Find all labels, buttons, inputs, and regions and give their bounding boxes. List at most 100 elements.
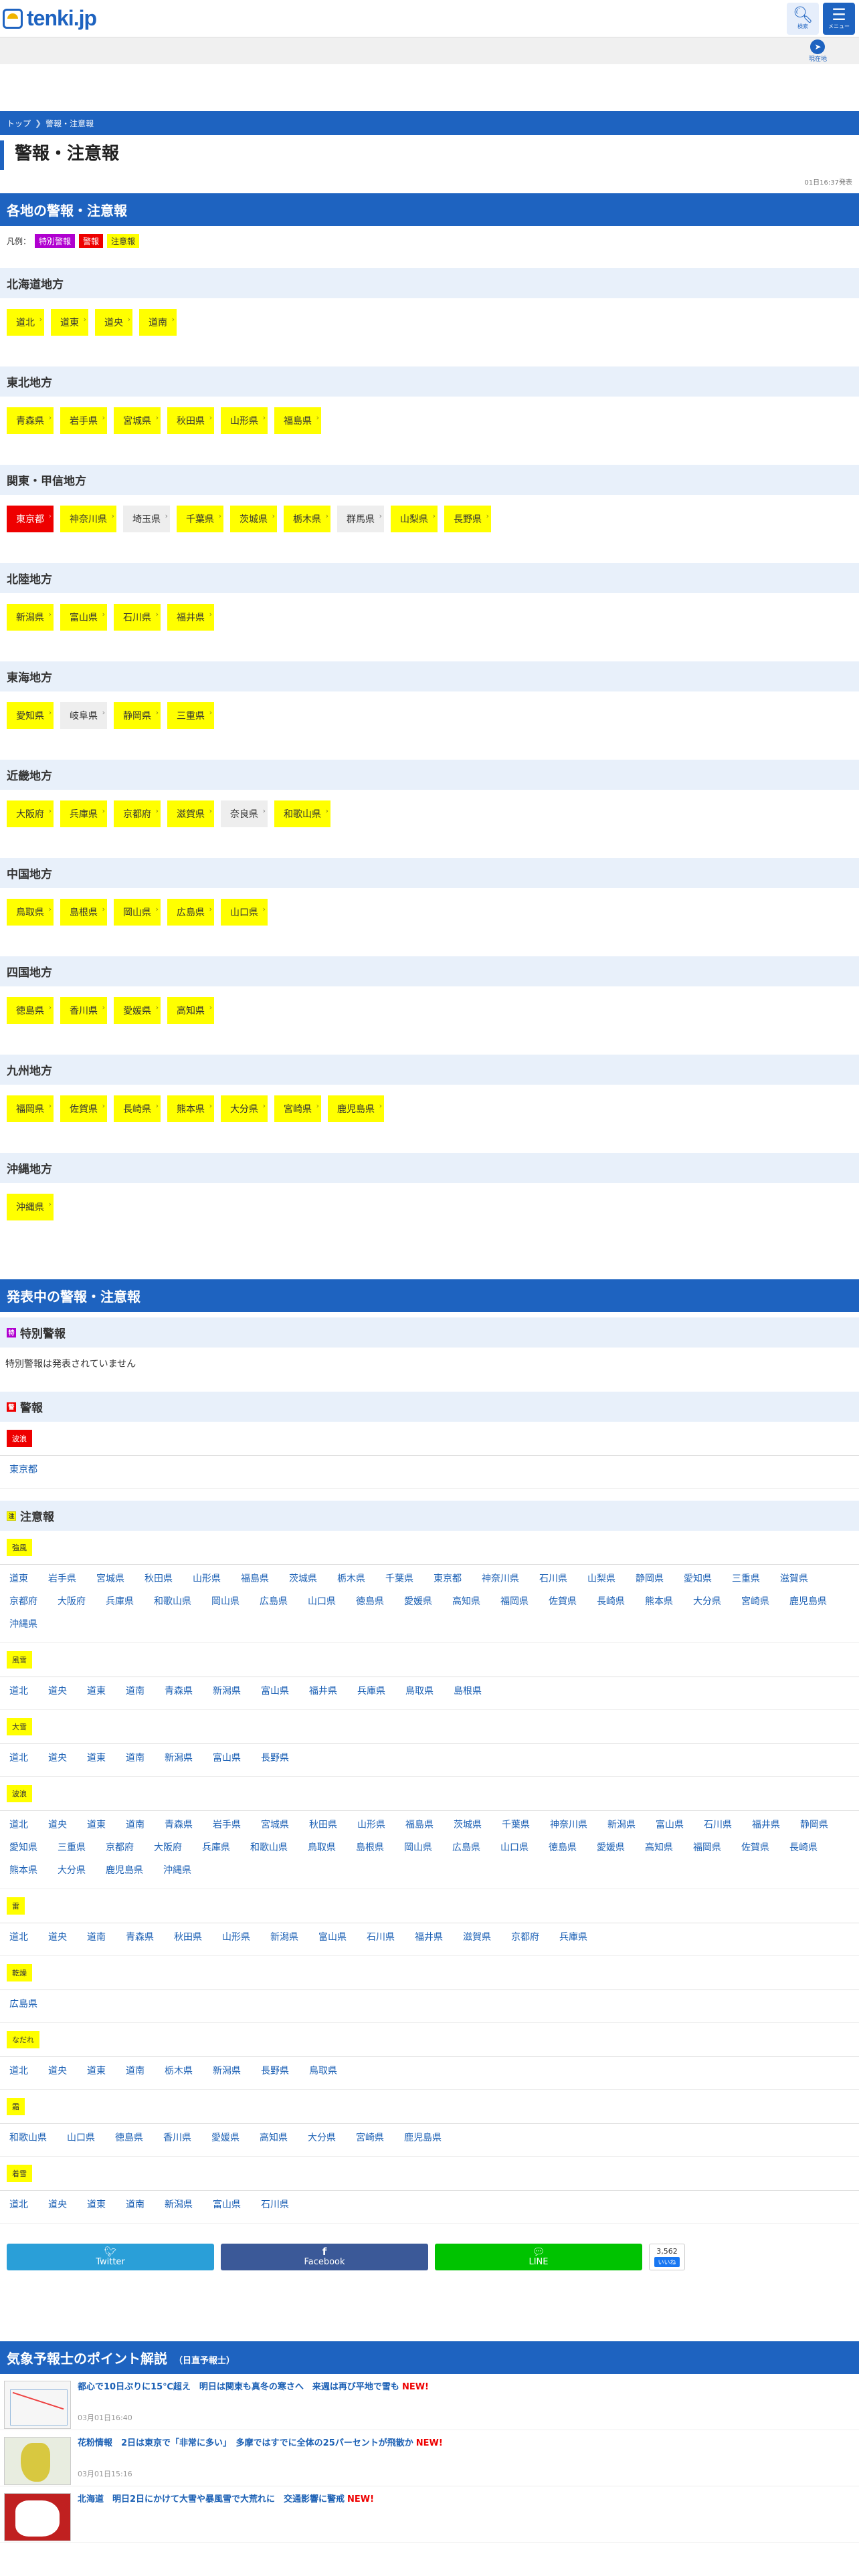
- affected-area-link[interactable]: 道央: [48, 1818, 67, 1831]
- affected-area-link[interactable]: 長野県: [261, 2064, 289, 2077]
- affected-area-link[interactable]: 広島県: [452, 1840, 480, 1854]
- affected-area-link[interactable]: 道東: [87, 2064, 106, 2077]
- affected-area-link[interactable]: 岡山県: [404, 1840, 432, 1854]
- prefecture-chip[interactable]: 香川県: [60, 997, 107, 1024]
- affected-area-link[interactable]: 長崎県: [597, 1594, 625, 1608]
- affected-area-link[interactable]: 鹿児島県: [106, 1863, 143, 1876]
- affected-area-link[interactable]: 宮城県: [96, 1572, 124, 1585]
- affected-area-link[interactable]: 和歌山県: [250, 1840, 288, 1854]
- affected-area-link[interactable]: 和歌山県: [9, 2131, 47, 2144]
- affected-area-link[interactable]: 道南: [126, 1684, 145, 1697]
- affected-area-link[interactable]: 道北: [9, 2064, 28, 2077]
- affected-area-link[interactable]: 長野県: [261, 1751, 289, 1764]
- affected-area-link[interactable]: 石川県: [261, 2197, 289, 2211]
- prefecture-chip[interactable]: 鹿児島県: [328, 1095, 384, 1122]
- affected-area-link[interactable]: 富山県: [261, 1684, 289, 1697]
- prefecture-chip[interactable]: 大阪府: [7, 800, 54, 827]
- affected-area-link[interactable]: 大分県: [58, 1863, 86, 1876]
- affected-area-link[interactable]: 道北: [9, 1684, 28, 1697]
- affected-area-link[interactable]: 道央: [48, 1751, 67, 1764]
- affected-area-link[interactable]: 富山県: [656, 1818, 684, 1831]
- affected-area-link[interactable]: 道央: [48, 2197, 67, 2211]
- twitter-share-button[interactable]: 🐦︎ Twitter: [7, 2244, 214, 2270]
- affected-area-link[interactable]: 東京都: [9, 1463, 37, 1476]
- affected-area-link[interactable]: 道南: [126, 1751, 145, 1764]
- affected-area-link[interactable]: 兵庫県: [202, 1840, 230, 1854]
- prefecture-chip[interactable]: 奈良県: [221, 800, 268, 827]
- affected-area-link[interactable]: 山形県: [222, 1930, 250, 1943]
- affected-area-link[interactable]: 沖縄県: [163, 1863, 191, 1876]
- affected-area-link[interactable]: 広島県: [9, 1997, 37, 2010]
- affected-area-link[interactable]: 大分県: [308, 2131, 336, 2144]
- affected-area-link[interactable]: 静岡県: [636, 1572, 664, 1585]
- prefecture-chip[interactable]: 石川県: [114, 604, 161, 631]
- prefecture-chip[interactable]: 和歌山県: [274, 800, 330, 827]
- prefecture-chip[interactable]: 岡山県: [114, 899, 161, 926]
- affected-area-link[interactable]: 道東: [87, 1684, 106, 1697]
- prefecture-chip[interactable]: 愛知県: [7, 702, 54, 729]
- news-title[interactable]: 北海道 明日2日にかけて大雪や暴風雪で大荒れに 交通影響に警戒: [78, 2494, 345, 2504]
- affected-area-link[interactable]: 道東: [87, 1818, 106, 1831]
- affected-area-link[interactable]: 愛知県: [9, 1840, 37, 1854]
- affected-area-link[interactable]: 山形県: [357, 1818, 385, 1831]
- affected-area-link[interactable]: 道央: [48, 1930, 67, 1943]
- affected-area-link[interactable]: 徳島県: [115, 2131, 143, 2144]
- prefecture-chip[interactable]: 道央: [95, 309, 132, 336]
- affected-area-link[interactable]: 石川県: [367, 1930, 395, 1943]
- affected-area-link[interactable]: 道南: [87, 1930, 106, 1943]
- affected-area-link[interactable]: 大分県: [693, 1594, 721, 1608]
- prefecture-chip[interactable]: 福岡県: [7, 1095, 54, 1122]
- affected-area-link[interactable]: 富山県: [318, 1930, 347, 1943]
- prefecture-chip[interactable]: 青森県: [7, 407, 54, 434]
- prefecture-chip[interactable]: 東京都: [7, 506, 54, 532]
- affected-area-link[interactable]: 京都府: [9, 1594, 37, 1608]
- prefecture-chip[interactable]: 茨城県: [230, 506, 277, 532]
- affected-area-link[interactable]: 香川県: [163, 2131, 191, 2144]
- affected-area-link[interactable]: 福井県: [752, 1818, 780, 1831]
- prefecture-chip[interactable]: 鳥取県: [7, 899, 54, 926]
- affected-area-link[interactable]: 滋賀県: [463, 1930, 491, 1943]
- prefecture-chip[interactable]: 長崎県: [114, 1095, 161, 1122]
- affected-area-link[interactable]: 徳島県: [549, 1840, 577, 1854]
- affected-area-link[interactable]: 島根県: [356, 1840, 384, 1854]
- affected-area-link[interactable]: 鳥取県: [405, 1684, 434, 1697]
- affected-area-link[interactable]: 道北: [9, 1818, 28, 1831]
- affected-area-link[interactable]: 栃木県: [337, 1572, 365, 1585]
- prefecture-chip[interactable]: 山梨県: [391, 506, 438, 532]
- news-title[interactable]: 都心で10日ぶりに15℃超え 明日は関東も真冬の寒さへ 来週は再び平地で雪も: [78, 2382, 399, 2392]
- affected-area-link[interactable]: 千葉県: [502, 1818, 530, 1831]
- affected-area-link[interactable]: 鹿児島県: [404, 2131, 442, 2144]
- affected-area-link[interactable]: 神奈川県: [550, 1818, 587, 1831]
- affected-area-link[interactable]: 長崎県: [789, 1840, 818, 1854]
- prefecture-chip[interactable]: 佐賀県: [60, 1095, 107, 1122]
- affected-area-link[interactable]: 鹿児島県: [789, 1594, 827, 1608]
- breadcrumb-home[interactable]: トップ: [7, 118, 31, 129]
- menu-button[interactable]: ☰ メニュー: [823, 2, 855, 35]
- prefecture-chip[interactable]: 福島県: [274, 407, 321, 434]
- prefecture-chip[interactable]: 秋田県: [167, 407, 214, 434]
- affected-area-link[interactable]: 青森県: [126, 1930, 154, 1943]
- affected-area-link[interactable]: 福岡県: [500, 1594, 529, 1608]
- affected-area-link[interactable]: 道東: [87, 2197, 106, 2211]
- prefecture-chip[interactable]: 愛媛県: [114, 997, 161, 1024]
- current-location-button[interactable]: ➤ 現在地: [809, 39, 827, 63]
- affected-area-link[interactable]: 宮崎県: [741, 1594, 769, 1608]
- affected-area-link[interactable]: 岡山県: [211, 1594, 240, 1608]
- affected-area-link[interactable]: 京都府: [511, 1930, 539, 1943]
- affected-area-link[interactable]: 三重県: [58, 1840, 86, 1854]
- prefecture-chip[interactable]: 山形県: [221, 407, 268, 434]
- prefecture-chip[interactable]: 高知県: [167, 997, 214, 1024]
- prefecture-chip[interactable]: 静岡県: [114, 702, 161, 729]
- affected-area-link[interactable]: 新潟県: [213, 2064, 241, 2077]
- line-share-button[interactable]: 💬︎ LINE: [435, 2244, 642, 2270]
- affected-area-link[interactable]: 鳥取県: [309, 2064, 337, 2077]
- prefecture-chip[interactable]: 道南: [139, 309, 177, 336]
- affected-area-link[interactable]: 高知県: [645, 1840, 673, 1854]
- prefecture-chip[interactable]: 道北: [7, 309, 44, 336]
- affected-area-link[interactable]: 山口県: [500, 1840, 529, 1854]
- affected-area-link[interactable]: 愛知県: [684, 1572, 712, 1585]
- affected-area-link[interactable]: 三重県: [732, 1572, 760, 1585]
- affected-area-link[interactable]: 和歌山県: [154, 1594, 191, 1608]
- facebook-share-button[interactable]: f Facebook: [221, 2244, 428, 2270]
- prefecture-chip[interactable]: 京都府: [114, 800, 161, 827]
